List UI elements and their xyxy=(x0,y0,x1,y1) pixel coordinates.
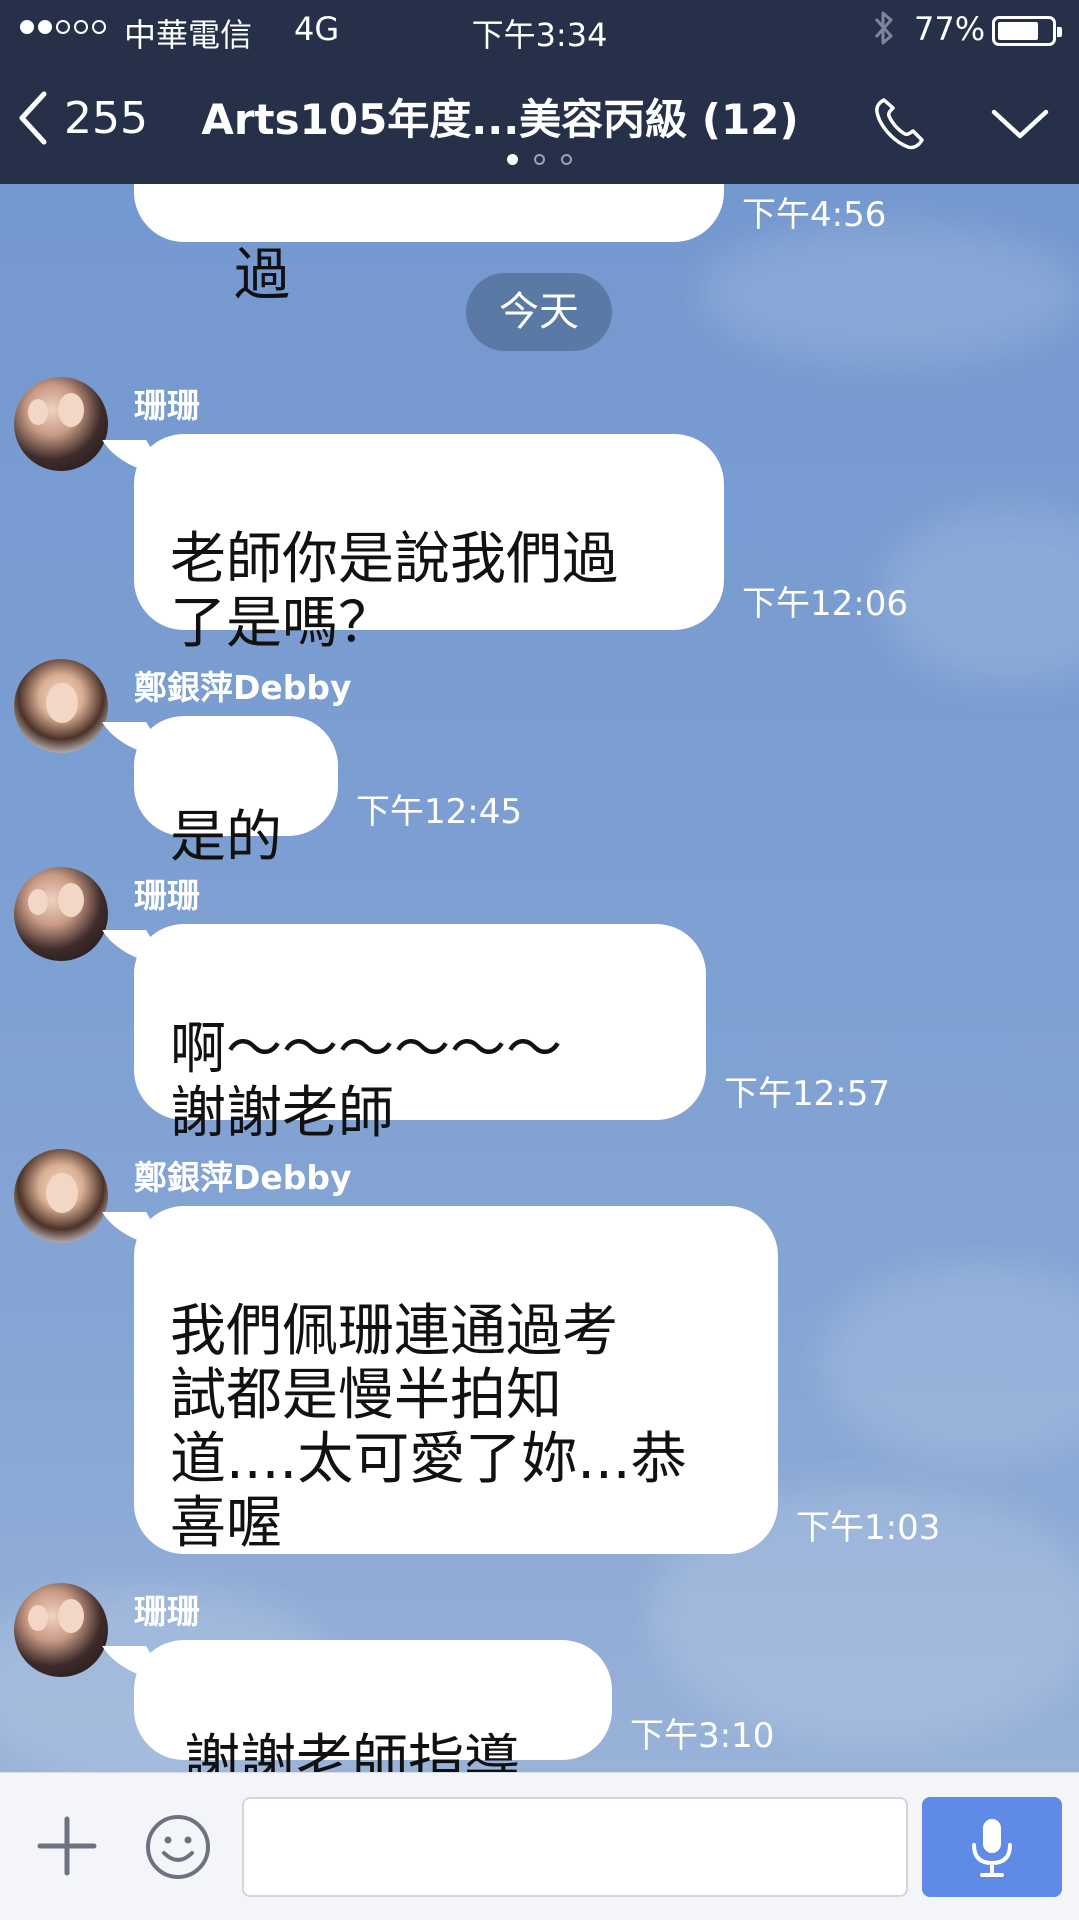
message-time: 下午1:03 xyxy=(796,1508,941,1548)
message-time: 下午12:45 xyxy=(356,792,522,832)
top-bar: 中華電信 4G 下午3:34 77% 255 Arts105年度...美容丙級 … xyxy=(0,0,1079,184)
avatar[interactable] xyxy=(14,867,108,961)
message-time: 下午4:56 xyxy=(742,195,887,235)
unread-count: 255 xyxy=(64,92,148,144)
message-bubble[interactable]: 謝謝老師指導 xyxy=(134,1640,612,1772)
chat-title[interactable]: Arts105年度...美容丙級 (12) xyxy=(200,86,800,147)
message-bubble[interactable]: 我們佩珊連通過考 試都是慢半拍知 道....太可愛了妳...恭 喜喔 xyxy=(134,1206,778,1556)
message-input[interactable] xyxy=(242,1797,908,1897)
message-bubble[interactable]: 過 xyxy=(134,184,724,308)
avatar[interactable] xyxy=(14,1149,108,1243)
status-bar: 中華電信 4G 下午3:34 77% xyxy=(0,0,1079,58)
sender-name: 鄭銀萍Debby xyxy=(134,668,352,707)
chevron-left-icon xyxy=(19,91,47,145)
bluetooth-icon xyxy=(874,11,893,45)
message-text: 謝謝老師指導 xyxy=(184,1729,520,1773)
message-input-bar xyxy=(0,1772,1079,1920)
avatar[interactable] xyxy=(14,377,108,471)
sender-name: 鄭銀萍Debby xyxy=(134,1158,352,1197)
message-bubble[interactable]: 啊～～～～～～ 謝謝老師 xyxy=(134,924,706,1146)
chevron-down-icon[interactable] xyxy=(988,104,1052,144)
microphone-icon xyxy=(972,1819,1012,1877)
message-bubble[interactable]: 是的 xyxy=(134,716,338,870)
page-dot xyxy=(534,154,545,165)
phone-icon[interactable] xyxy=(870,94,930,154)
message-time: 下午3:10 xyxy=(630,1716,775,1756)
message-time: 下午12:57 xyxy=(724,1074,890,1114)
page-dot xyxy=(507,154,518,165)
page-indicator xyxy=(0,154,1079,165)
message-time: 下午12:06 xyxy=(742,584,908,624)
emoji-icon[interactable] xyxy=(144,1813,212,1881)
avatar[interactable] xyxy=(14,1583,108,1677)
voice-message-button[interactable] xyxy=(922,1797,1062,1897)
battery-percent: 77% xyxy=(914,10,986,48)
message-text: 我們佩珊連通過考 試都是慢半拍知 道....太可愛了妳...恭 喜喔 xyxy=(170,1299,687,1556)
chat-header: 255 Arts105年度...美容丙級 (12) xyxy=(0,58,1079,184)
chat-area[interactable]: 過 下午4:56 今天 珊珊 老師你是說我們過 了是嗎？ 下午12:06 鄭銀萍… xyxy=(0,184,1079,1772)
sender-name: 珊珊 xyxy=(134,876,200,915)
message-bubble[interactable]: 老師你是說我們過 了是嗎？ xyxy=(134,434,724,656)
sender-name: 珊珊 xyxy=(134,1592,200,1631)
avatar[interactable] xyxy=(14,659,108,753)
message-text: 是的 xyxy=(170,805,282,870)
message-text: 老師你是說我們過 了是嗎？ xyxy=(170,527,618,656)
back-button[interactable]: 255 xyxy=(14,88,148,148)
sender-name: 珊珊 xyxy=(134,386,200,425)
battery-icon xyxy=(992,16,1062,46)
message-text: 啊～～～～～～ 謝謝老師 xyxy=(170,1017,562,1146)
page-dot xyxy=(561,154,572,165)
date-separator: 今天 xyxy=(466,273,612,351)
message-text: 過 xyxy=(234,243,290,308)
plus-icon[interactable] xyxy=(36,1815,98,1877)
